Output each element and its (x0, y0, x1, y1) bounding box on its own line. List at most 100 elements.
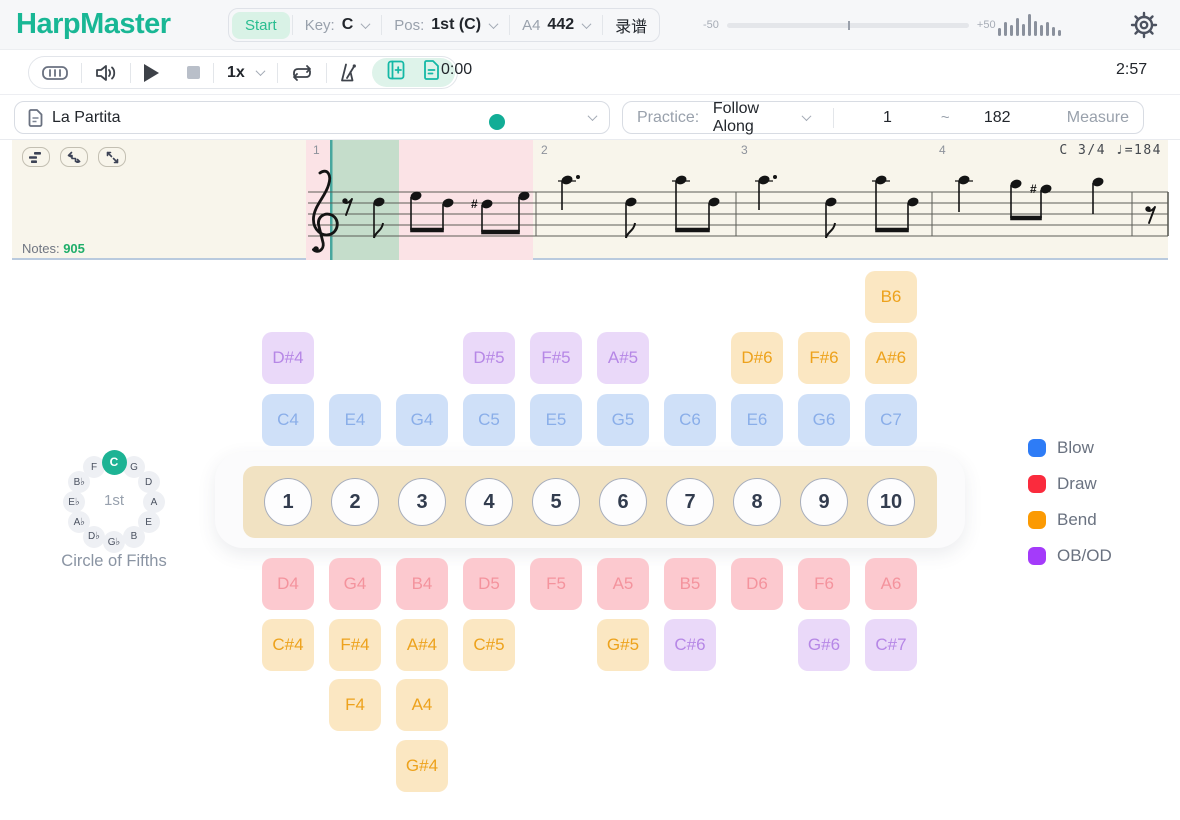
note-cell-F4[interactable]: F4 (329, 679, 381, 731)
legend-label: Bend (1057, 510, 1097, 530)
note-cell-D5[interactable]: D5 (463, 558, 515, 610)
note-cell-C#5[interactable]: C#5 (463, 619, 515, 671)
note-cell-G4[interactable]: G4 (329, 558, 381, 610)
note-cell-B4[interactable]: B4 (396, 558, 448, 610)
measure-range-tilde: ~ (941, 109, 950, 126)
cof-key-E♭[interactable]: E♭ (63, 491, 85, 513)
hole-4[interactable]: 4 (465, 478, 513, 526)
chevron-down-icon (801, 111, 811, 121)
settings-gear-icon[interactable] (1129, 10, 1159, 40)
note-cell-C#7[interactable]: C#7 (865, 619, 917, 671)
note-cell-D#6[interactable]: D#6 (731, 332, 783, 384)
note-cell-G6[interactable]: G6 (798, 394, 850, 446)
note-cell-D#4[interactable]: D#4 (262, 332, 314, 384)
legend-swatch (1028, 439, 1046, 457)
hole-10[interactable]: 10 (867, 478, 915, 526)
score-panel: Notes: 905 (12, 140, 1168, 260)
sheet-view-button[interactable] (423, 60, 440, 85)
stop-button[interactable] (187, 66, 200, 79)
loop-button[interactable] (278, 57, 326, 88)
volume-button[interactable] (82, 57, 130, 88)
note-cell-F#4[interactable]: F#4 (329, 619, 381, 671)
hole-3[interactable]: 3 (398, 478, 446, 526)
speaker-icon (95, 64, 117, 82)
position-select[interactable]: Pos: 1st (C) (382, 9, 509, 41)
progress-knob[interactable] (489, 114, 505, 130)
audio-level-bars-icon (998, 14, 1064, 38)
note-cell-B6[interactable]: B6 (865, 271, 917, 323)
note-cell-E5[interactable]: E5 (530, 394, 582, 446)
legend-item-bend: Bend (1028, 510, 1097, 530)
cof-key-A[interactable]: A (143, 491, 165, 513)
note-cell-G#5[interactable]: G#5 (597, 619, 649, 671)
start-button[interactable]: Start (232, 12, 290, 39)
note-cell-E6[interactable]: E6 (731, 394, 783, 446)
note-cell-A4[interactable]: A4 (396, 679, 448, 731)
legend-item-draw: Draw (1028, 474, 1097, 494)
chevron-down-icon (489, 19, 499, 29)
note-cell-B5[interactable]: B5 (664, 558, 716, 610)
add-to-songbook-button[interactable] (387, 60, 405, 85)
transport-bar: 1x (0, 50, 1180, 95)
hole-9[interactable]: 9 (800, 478, 848, 526)
legend-item-obod: OB/OD (1028, 546, 1112, 566)
note-cell-G#6[interactable]: G#6 (798, 619, 850, 671)
note-cell-C7[interactable]: C7 (865, 394, 917, 446)
total-time: 2:57 (1116, 61, 1147, 79)
note-cell-F#6[interactable]: F#6 (798, 332, 850, 384)
note-cell-C6[interactable]: C6 (664, 394, 716, 446)
note-cell-C4[interactable]: C4 (262, 394, 314, 446)
blocks-view-button[interactable] (22, 147, 50, 167)
tuning-select[interactable]: A4 442 (510, 9, 602, 41)
note-cell-D6[interactable]: D6 (731, 558, 783, 610)
hole-2[interactable]: 2 (331, 478, 379, 526)
play-button[interactable] (144, 64, 159, 82)
chevron-down-icon (582, 19, 592, 29)
note-cell-A#5[interactable]: A#5 (597, 332, 649, 384)
notes-count-value: 905 (63, 241, 85, 256)
detune-slider-group: -50 +50 (703, 0, 996, 50)
hole-5[interactable]: 5 (532, 478, 580, 526)
cof-key-B[interactable]: B (123, 526, 145, 548)
key-value: C (342, 16, 354, 34)
hole-1[interactable]: 1 (264, 478, 312, 526)
sheet-document-icon (423, 60, 440, 80)
note-cell-C5[interactable]: C5 (463, 394, 515, 446)
note-cell-A#4[interactable]: A#4 (396, 619, 448, 671)
note-cell-C#4[interactable]: C#4 (262, 619, 314, 671)
hole-6[interactable]: 6 (599, 478, 647, 526)
practice-mode-select[interactable]: Follow Along (713, 100, 801, 136)
note-cell-G5[interactable]: G5 (597, 394, 649, 446)
measure-from-input[interactable]: 1 (834, 109, 941, 127)
key-select[interactable]: Key: C (293, 9, 382, 41)
note-cell-F#5[interactable]: F#5 (530, 332, 582, 384)
note-cell-A#6[interactable]: A#6 (865, 332, 917, 384)
hole-8[interactable]: 8 (733, 478, 781, 526)
note-cell-G4[interactable]: G4 (396, 394, 448, 446)
harmonica-view-button[interactable] (29, 57, 81, 88)
speed-select[interactable]: 1x (214, 57, 277, 88)
book-plus-icon (387, 60, 405, 80)
detune-slider[interactable] (727, 23, 969, 28)
measure-to-input[interactable]: 182 (950, 109, 1045, 127)
metronome-button[interactable] (327, 57, 370, 88)
cof-key-C[interactable]: C (102, 450, 127, 475)
note-cell-D#5[interactable]: D#5 (463, 332, 515, 384)
document-icon (28, 109, 43, 127)
expand-button[interactable] (98, 147, 126, 167)
detune-slider-thumb[interactable] (848, 21, 850, 30)
cof-key-D[interactable]: D (138, 471, 160, 493)
note-cell-F6[interactable]: F6 (798, 558, 850, 610)
step-navigate-button[interactable] (60, 147, 88, 167)
cof-key-G♭[interactable]: G♭ (103, 531, 125, 553)
record-score-button[interactable]: 录谱 (603, 9, 659, 41)
note-cell-A5[interactable]: A5 (597, 558, 649, 610)
note-cell-A6[interactable]: A6 (865, 558, 917, 610)
note-cell-C#6[interactable]: C#6 (664, 619, 716, 671)
note-cell-F5[interactable]: F5 (530, 558, 582, 610)
note-cell-G#4[interactable]: G#4 (396, 740, 448, 792)
note-cell-E4[interactable]: E4 (329, 394, 381, 446)
song-select[interactable]: La Partita (14, 101, 610, 134)
hole-7[interactable]: 7 (666, 478, 714, 526)
note-cell-D4[interactable]: D4 (262, 558, 314, 610)
